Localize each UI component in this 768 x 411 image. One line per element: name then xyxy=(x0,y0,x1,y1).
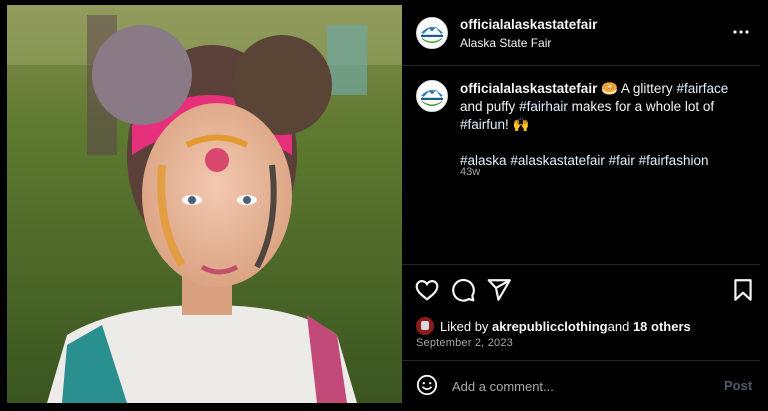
bagel-emoji: 🥯 xyxy=(601,81,618,96)
caption-username[interactable]: officialalaskastatefair xyxy=(460,81,597,96)
caption-text: and puffy xyxy=(460,99,520,114)
profile-avatar[interactable] xyxy=(416,17,448,49)
header-location[interactable]: Alaska State Fair xyxy=(460,36,551,50)
caption-avatar[interactable] xyxy=(416,80,448,112)
share-icon[interactable] xyxy=(486,277,512,303)
bookmark-icon[interactable] xyxy=(730,277,756,303)
hashtag-line: #alaska #alaskastatefair #fair #fairfash… xyxy=(460,152,750,170)
comment-icon[interactable] xyxy=(450,277,476,303)
girl-face-paint-photo xyxy=(7,5,402,403)
hashtag-link[interactable]: #fairface xyxy=(676,81,728,96)
emoji-smile-icon[interactable] xyxy=(416,374,438,396)
post-photo[interactable] xyxy=(7,5,402,403)
action-bar: Liked by akrepublicclothing and 18 other… xyxy=(402,264,760,365)
caption-age[interactable]: 43w xyxy=(460,166,480,178)
post-comment-button[interactable]: Post xyxy=(724,378,752,393)
hashtag-link[interactable]: #alaskastatefair xyxy=(510,153,605,168)
likes-summary: Liked by akrepublicclothing and 18 other… xyxy=(416,317,691,335)
likes-middle: and xyxy=(607,318,630,334)
caption-text: ! xyxy=(505,117,513,132)
likes-others-link[interactable]: 18 others xyxy=(633,319,691,334)
hashtag-link[interactable]: #fairfashion xyxy=(639,153,709,168)
header-username[interactable]: officialalaskastatefair xyxy=(460,17,597,32)
caption-text: A glittery xyxy=(617,81,677,96)
comment-input[interactable] xyxy=(450,375,684,397)
more-horizontal-icon[interactable] xyxy=(732,22,750,42)
comment-bar: Post xyxy=(402,360,760,411)
liker-avatar[interactable] xyxy=(416,317,434,335)
instagram-post: officialalaskastatefair Alaska State Fai… xyxy=(0,0,768,410)
caption-text: makes for a whole lot of xyxy=(567,99,715,114)
liker-username[interactable]: akrepublicclothing xyxy=(492,319,608,334)
heart-icon[interactable] xyxy=(414,277,440,303)
alaska-state-fair-logo-icon xyxy=(417,81,447,111)
post-caption: officialalaskastatefair 🥯 A glittery #fa… xyxy=(460,80,750,170)
alaska-state-fair-logo-icon xyxy=(417,18,447,48)
post-date[interactable]: September 2, 2023 xyxy=(416,337,513,349)
hashtag-link[interactable]: #fair xyxy=(609,153,635,168)
likes-prefix: Liked by xyxy=(440,318,489,334)
post-side-panel: officialalaskastatefair Alaska State Fai… xyxy=(402,0,768,410)
hashtag-link[interactable]: #fairhair xyxy=(519,99,568,114)
post-header: officialalaskastatefair Alaska State Fai… xyxy=(402,0,760,66)
hashtag-link[interactable]: #fairfun xyxy=(460,117,505,132)
raised-hands-emoji: 🙌 xyxy=(512,117,530,132)
